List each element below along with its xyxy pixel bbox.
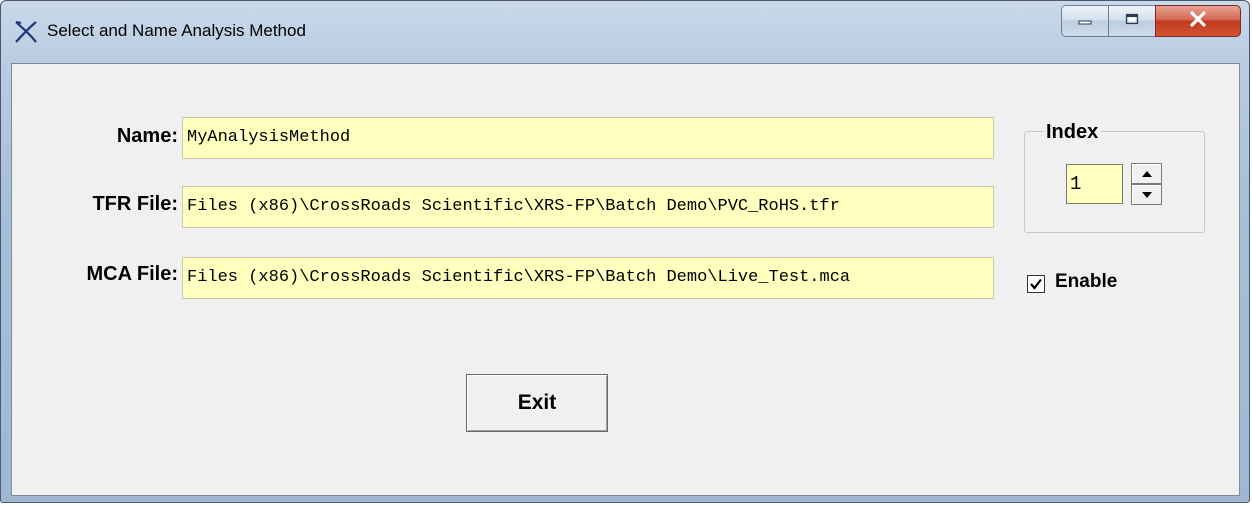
index-group-label: Index	[1043, 121, 1102, 144]
name-label: Name:	[116, 125, 178, 147]
maximize-button[interactable]	[1108, 5, 1156, 37]
index-input[interactable]: 1	[1066, 164, 1123, 204]
enable-label[interactable]: Enable	[1055, 271, 1117, 293]
arrow-down-icon	[1141, 189, 1152, 201]
maximize-icon	[1124, 12, 1140, 31]
mca-file-label: MCA File:	[86, 263, 178, 285]
arrow-up-icon	[1141, 168, 1152, 180]
minimize-button[interactable]	[1061, 5, 1109, 37]
index-spin-down-button[interactable]	[1131, 184, 1162, 205]
close-button[interactable]	[1155, 5, 1241, 37]
tfr-file-label: TFR File:	[92, 193, 178, 215]
close-icon	[1188, 10, 1208, 32]
dialog-window: Select and Name Analysis Method Name: My…	[0, 0, 1250, 503]
mca-file-input[interactable]: Files (x86)\CrossRoads Scientific\XRS-FP…	[182, 257, 994, 299]
enable-checkbox[interactable]	[1027, 275, 1045, 293]
checkmark-icon	[1028, 277, 1044, 291]
title-bar[interactable]: Select and Name Analysis Method	[1, 1, 1249, 59]
name-input[interactable]: MyAnalysisMethod	[182, 117, 994, 159]
tfr-file-input[interactable]: Files (x86)\CrossRoads Scientific\XRS-FP…	[182, 186, 994, 228]
dialog-client-area: Name: MyAnalysisMethod TFR File: Files (…	[11, 63, 1240, 496]
index-spin-up-button[interactable]	[1131, 163, 1162, 184]
minimize-icon	[1077, 12, 1093, 31]
crossroads-x-icon	[13, 19, 39, 45]
exit-button[interactable]: Exit	[466, 374, 608, 432]
window-title: Select and Name Analysis Method	[47, 21, 306, 40]
